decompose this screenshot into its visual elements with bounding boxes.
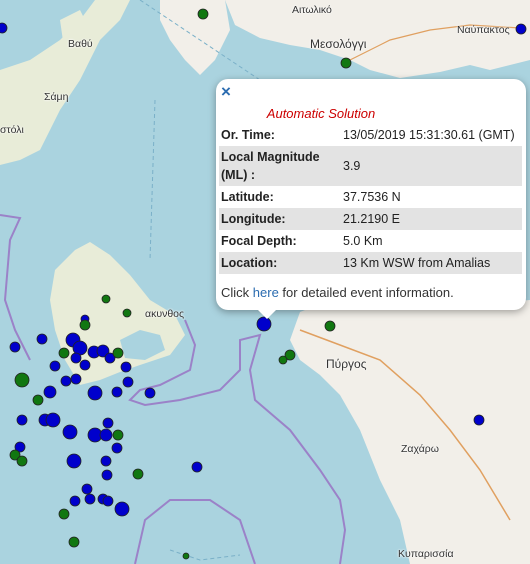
boundary-line-1 (0, 214, 31, 361)
value-latitude: 37.7536 N (343, 190, 401, 204)
event-marker-blue[interactable] (81, 483, 93, 495)
value-location: 13 Km WSW from Amalias (341, 252, 522, 274)
row-location: Location: 13 Km WSW from Amalias (219, 252, 522, 274)
event-marker-green[interactable] (101, 294, 111, 304)
event-marker-blue[interactable] (114, 501, 130, 517)
event-marker-green[interactable] (14, 372, 30, 388)
event-marker-blue[interactable] (9, 341, 21, 353)
event-marker-green[interactable] (79, 319, 91, 331)
event-marker-green[interactable] (278, 355, 288, 365)
event-marker-blue[interactable] (100, 455, 112, 467)
event-marker-blue[interactable] (16, 414, 28, 426)
row-origin-time: Or. Time: 13/05/2019 15:31:30.61 (GMT) (219, 124, 522, 146)
place-label-mesolongi: Μεσολόγγι (310, 37, 367, 51)
event-marker-blue[interactable] (87, 385, 103, 401)
popup-tip (258, 310, 276, 319)
event-marker-blue[interactable] (66, 453, 82, 469)
event-marker-green[interactable] (32, 394, 44, 406)
value-magnitude: 3.9 (341, 146, 522, 186)
place-label-pyrgos: Πύργος (326, 357, 367, 371)
event-marker-blue[interactable] (191, 461, 203, 473)
event-marker-blue[interactable] (101, 469, 113, 481)
place-label-zacharo: Ζαχάρω (401, 443, 439, 455)
event-marker-blue[interactable] (79, 359, 91, 371)
land-peloponnese (290, 295, 530, 564)
event-marker-blue[interactable] (0, 22, 8, 34)
key-location: Location: (219, 252, 341, 274)
value-longitude: 21.2190 E (341, 208, 522, 230)
row-focal-depth: Focal Depth: 5.0 Km (219, 230, 522, 252)
popup-footer: Click here for detailed event informatio… (221, 285, 454, 300)
row-latitude: Latitude: 37.7536 N (219, 186, 522, 208)
key-focal-depth: Focal Depth: (221, 234, 297, 248)
event-marker-green[interactable] (68, 536, 80, 548)
event-marker-green[interactable] (112, 347, 124, 359)
place-label-sami: Σάμη (44, 91, 69, 103)
event-marker-green[interactable] (182, 552, 190, 560)
place-label-nafpaktos: Ναύπακτος (457, 24, 510, 36)
event-marker-blue[interactable] (99, 428, 113, 442)
event-marker-blue[interactable] (102, 417, 114, 429)
event-marker-blue[interactable] (60, 375, 72, 387)
land-north (225, 0, 530, 78)
event-marker-green[interactable] (16, 455, 28, 467)
event-marker-blue[interactable] (45, 412, 61, 428)
key-origin-time: Or. Time: (221, 128, 275, 142)
event-marker-blue[interactable] (256, 316, 272, 332)
event-marker-blue[interactable] (70, 352, 82, 364)
event-marker-blue[interactable] (111, 386, 123, 398)
popup-title: Automatic Solution (266, 106, 376, 121)
place-label-vathy: Βαθύ (68, 38, 93, 50)
details-link[interactable]: here (253, 285, 279, 300)
event-marker-green[interactable] (58, 347, 70, 359)
dashed-line-3 (169, 549, 241, 561)
value-focal-depth: 5.0 Km (343, 234, 383, 248)
event-marker-blue[interactable] (515, 23, 527, 35)
event-marker-blue[interactable] (122, 376, 134, 388)
event-marker-blue[interactable] (69, 495, 81, 507)
row-longitude: Longitude: 21.2190 E (219, 208, 522, 230)
event-marker-blue[interactable] (62, 424, 78, 440)
event-marker-green[interactable] (58, 508, 70, 520)
key-magnitude: Local Magnitude (ML) : (219, 146, 341, 186)
event-marker-green[interactable] (340, 57, 352, 69)
event-marker-green[interactable] (197, 8, 209, 20)
place-label-kyparissia: Κυπαρισσία (398, 548, 454, 560)
land-north-2 (160, 0, 230, 75)
event-info-table: Or. Time: 13/05/2019 15:31:30.61 (GMT) Lo… (219, 124, 522, 274)
event-marker-blue[interactable] (111, 442, 123, 454)
boundary-line-3 (134, 499, 256, 564)
place-label-aitoliko: Αιτωλικό (292, 4, 332, 16)
row-magnitude: Local Magnitude (ML) :3.9 (219, 146, 522, 186)
close-icon[interactable]: × (221, 83, 231, 100)
event-marker-blue[interactable] (49, 360, 61, 372)
event-marker-blue[interactable] (144, 387, 156, 399)
event-marker-green[interactable] (112, 429, 124, 441)
event-marker-blue[interactable] (70, 373, 82, 385)
event-marker-blue[interactable] (43, 385, 57, 399)
place-label-zakynthos: ακυνθος (145, 308, 185, 320)
key-latitude: Latitude: (221, 190, 274, 204)
event-marker-blue[interactable] (84, 493, 96, 505)
event-marker-green[interactable] (122, 308, 132, 318)
event-marker-green[interactable] (132, 468, 144, 480)
popup-title-row: Automatic Solution (216, 106, 526, 121)
place-label-argostoli: στόλι (0, 124, 24, 136)
value-origin-time: 13/05/2019 15:31:30.61 (GMT) (343, 128, 515, 142)
event-marker-blue[interactable] (120, 361, 132, 373)
footer-pre: Click (221, 285, 253, 300)
event-marker-blue[interactable] (102, 495, 114, 507)
event-marker-blue[interactable] (36, 333, 48, 345)
dashed-line-2 (149, 99, 156, 261)
event-marker-blue[interactable] (473, 414, 485, 426)
event-marker-green[interactable] (324, 320, 336, 332)
footer-post: for detailed event information. (278, 285, 454, 300)
key-longitude: Longitude: (219, 208, 341, 230)
event-popup: × Automatic Solution Or. Time: 13/05/2019… (216, 79, 526, 319)
